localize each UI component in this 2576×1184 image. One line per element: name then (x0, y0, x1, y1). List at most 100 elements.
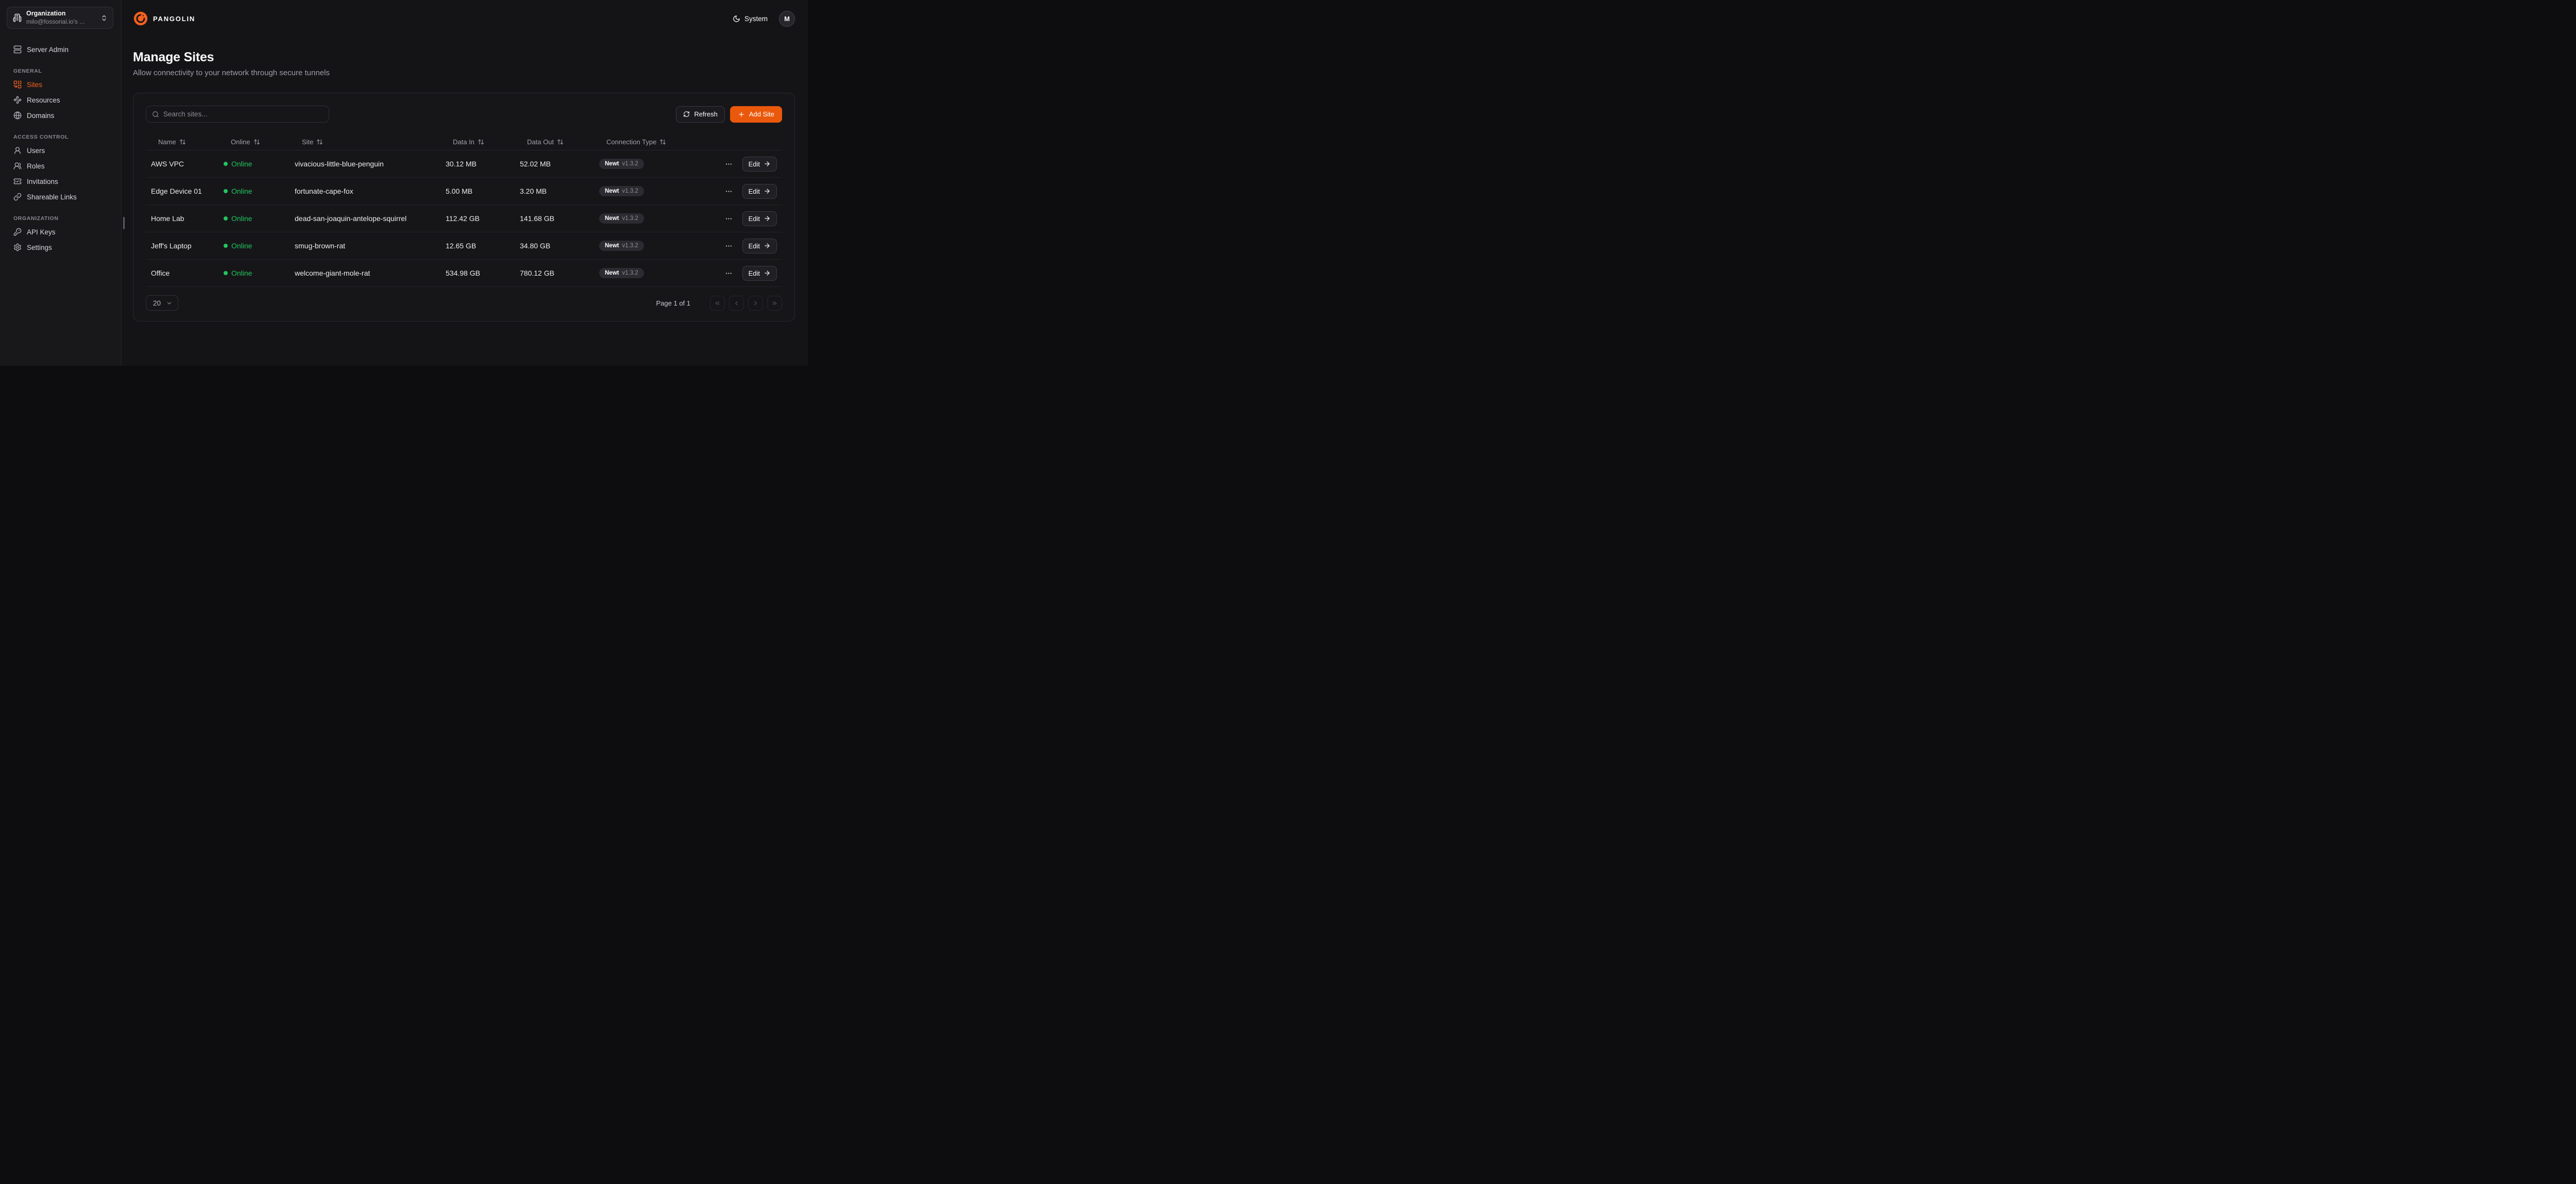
online-dot (224, 216, 228, 221)
column-header-connection-type[interactable]: Connection Type (599, 138, 723, 146)
online-status-cell: Online (224, 187, 295, 195)
sites-table: Name Online Site Data In Data Out Connec… (146, 134, 782, 287)
online-status-label: Online (231, 269, 252, 277)
chevrons-right-icon (771, 300, 778, 307)
data-out-cell: 34.80 GB (520, 242, 599, 250)
ellipsis-icon (725, 215, 733, 223)
data-out-cell: 780.12 GB (520, 269, 599, 277)
data-out-cell: 52.02 MB (520, 160, 599, 168)
column-header-site[interactable]: Site (295, 138, 446, 146)
sidebar-item-resources[interactable]: Resources (0, 92, 121, 108)
edit-button[interactable]: Edit (742, 211, 777, 226)
online-status-label: Online (231, 242, 252, 250)
chevrons-left-icon (714, 300, 721, 307)
row-menu-button[interactable] (724, 159, 734, 169)
online-dot (224, 189, 228, 193)
row-menu-button[interactable] (724, 268, 734, 278)
theme-label: System (744, 15, 768, 23)
last-page-button[interactable] (767, 296, 782, 311)
main-area: PANGOLIN System M Manage Sites Allow con… (122, 0, 808, 366)
edit-button[interactable]: Edit (742, 184, 777, 199)
combine-icon (13, 80, 22, 89)
users-icon (13, 162, 22, 170)
search-icon (152, 111, 159, 118)
sidebar-item-shareable-links[interactable]: Shareable Links (0, 189, 121, 205)
site-id-cell: welcome-giant-mole-rat (295, 269, 446, 277)
sidebar: Organization milo@fossorial.io's ... Ser… (0, 0, 122, 366)
sidebar-item-label: API Keys (27, 228, 56, 236)
connection-type-cell: Newtv1.3.2 (599, 241, 723, 251)
row-menu-button[interactable] (724, 214, 734, 224)
column-header-name[interactable]: Name (151, 138, 224, 146)
ellipsis-icon (725, 160, 733, 168)
refresh-icon (683, 111, 690, 117)
sidebar-section-label: GENERAL (13, 68, 114, 74)
sort-icon (179, 139, 186, 145)
sort-icon (316, 139, 323, 145)
column-header-online[interactable]: Online (224, 138, 295, 146)
sidebar-item-settings[interactable]: Settings (0, 240, 121, 255)
sidebar-item-label: Server Admin (27, 46, 69, 54)
building-icon (13, 13, 22, 22)
first-page-button[interactable] (710, 296, 725, 311)
row-menu-button[interactable] (724, 241, 734, 251)
avatar[interactable]: M (779, 11, 795, 27)
online-status-label: Online (231, 187, 252, 195)
user-icon (13, 146, 22, 155)
brand: PANGOLIN (133, 11, 195, 26)
org-selector[interactable]: Organization milo@fossorial.io's ... (7, 7, 113, 29)
sidebar-item-sites[interactable]: Sites (0, 77, 121, 92)
page-size-select[interactable]: 20 (146, 295, 178, 311)
arrow-right-icon (764, 188, 771, 195)
plus-icon (738, 111, 745, 118)
edit-button[interactable]: Edit (742, 239, 777, 253)
online-dot (224, 244, 228, 248)
sidebar-item-label: Invitations (27, 178, 58, 185)
data-out-cell: 3.20 MB (520, 187, 599, 195)
edit-button[interactable]: Edit (742, 266, 777, 281)
ellipsis-icon (725, 188, 733, 195)
site-id-cell: dead-san-joaquin-antelope-squirrel (295, 214, 446, 223)
page-subtitle: Allow connectivity to your network throu… (133, 69, 795, 77)
connection-type-badge: Newtv1.3.2 (599, 213, 644, 224)
sidebar-item-roles[interactable]: Roles (0, 158, 121, 174)
globe-icon (13, 111, 22, 120)
ellipsis-icon (725, 242, 733, 250)
table-row: OfficeOnlinewelcome-giant-mole-rat534.98… (146, 260, 782, 287)
sidebar-item-api-keys[interactable]: API Keys (0, 224, 121, 240)
settings-icon (13, 243, 22, 251)
sidebar-item-label: Sites (27, 81, 42, 89)
table-row: AWS VPCOnlinevivacious-little-blue-pengu… (146, 150, 782, 178)
add-site-button[interactable]: Add Site (730, 106, 782, 123)
connection-type-cell: Newtv1.3.2 (599, 213, 723, 224)
topbar: PANGOLIN System M (122, 0, 808, 37)
sidebar-item-server-admin[interactable]: Server Admin (0, 42, 121, 57)
sidebar-item-invitations[interactable]: Invitations (0, 174, 121, 189)
row-menu-button[interactable] (724, 187, 734, 196)
site-name-cell: Edge Device 01 (151, 187, 224, 195)
connection-type-badge: Newtv1.3.2 (599, 268, 644, 278)
sidebar-item-users[interactable]: Users (0, 143, 121, 158)
sidebar-nav: Server Admin GENERAL Sites ResourcesDomains… (0, 36, 121, 255)
site-name-cell: AWS VPC (151, 160, 224, 168)
online-dot (224, 162, 228, 166)
online-status-label: Online (231, 214, 252, 223)
chevron-left-icon (733, 300, 740, 307)
column-header-data-in[interactable]: Data In (446, 138, 520, 146)
brand-name: PANGOLIN (153, 15, 195, 23)
theme-toggle-button[interactable]: System (733, 15, 768, 23)
column-header-data-out[interactable]: Data Out (520, 138, 599, 146)
ellipsis-icon (725, 269, 733, 277)
next-page-button[interactable] (748, 296, 763, 311)
previous-page-button[interactable] (729, 296, 744, 311)
edit-button[interactable]: Edit (742, 157, 777, 172)
site-name-cell: Home Lab (151, 214, 224, 223)
sidebar-item-domains[interactable]: Domains (0, 108, 121, 123)
table-header-row: Name Online Site Data In Data Out Connec… (146, 134, 782, 150)
search-input[interactable] (163, 110, 323, 118)
sidebar-item-label: Settings (27, 244, 52, 251)
refresh-button[interactable]: Refresh (676, 106, 725, 123)
ticket-check-icon (13, 177, 22, 185)
sites-card: Refresh Add Site Name Online Site Data I… (133, 93, 795, 322)
table-body: AWS VPCOnlinevivacious-little-blue-pengu… (146, 150, 782, 287)
